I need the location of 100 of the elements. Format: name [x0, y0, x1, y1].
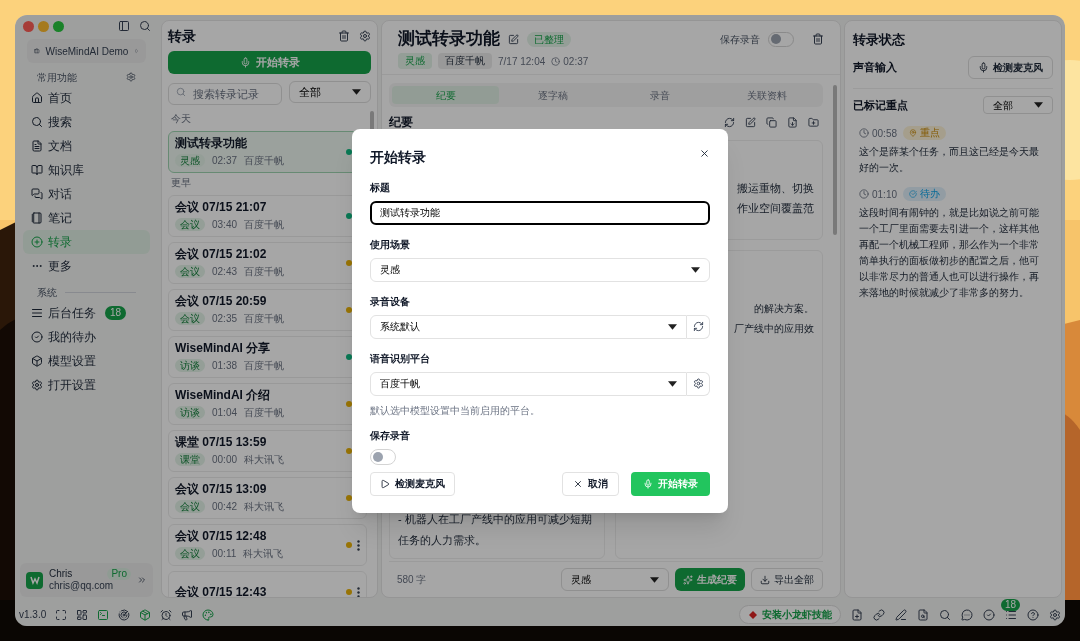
mark-time: 00:58	[872, 126, 898, 141]
sidebar-item[interactable]: 模型设置	[23, 349, 150, 373]
group-label: 今天	[170, 112, 192, 126]
scene-tag: 会议	[175, 500, 205, 513]
select-field[interactable]: 百度千帆	[370, 371, 687, 396]
sidebar-item[interactable]: 后台任务 18	[23, 301, 150, 325]
item-title: 会议 07/15 20:59	[175, 294, 268, 309]
scene-tag: 会议	[175, 265, 205, 278]
scene-tag: 会议	[175, 312, 205, 325]
record-date: 7/17 12:04	[498, 54, 546, 69]
item-title: WiseMindAI 介绍	[175, 388, 272, 403]
mark-tag: 待办	[903, 187, 947, 201]
item-engine: 百度千帆	[244, 154, 285, 168]
filter-select[interactable]: 全部	[983, 96, 1053, 114]
item-duration: 02:35	[212, 312, 238, 326]
cancel-button[interactable]: 取消	[562, 471, 619, 496]
item-duration: 00:11	[212, 547, 237, 561]
item-duration: 02:37	[212, 154, 238, 168]
field-label: 使用场景	[370, 237, 411, 252]
transcription-item[interactable]: 会议 07/15 12:48 会议 00:11 科大讯飞	[168, 524, 367, 566]
field-label: 标题	[370, 180, 391, 195]
select-field[interactable]: 灵感	[370, 257, 710, 282]
summary-text: - 机器人在工厂产线中的应用可减少短期	[398, 512, 593, 527]
summary-text: 厂产线中的应用效	[734, 322, 814, 336]
item-engine: 百度千帆	[244, 218, 285, 232]
tab[interactable]: 关联资料	[713, 86, 820, 104]
item-engine: 科大讯飞	[243, 547, 284, 561]
status-badge: 已整理	[527, 31, 571, 47]
scene-tag: 访谈	[175, 359, 205, 372]
group-label: 更早	[170, 176, 192, 190]
field-label: 保存录音	[370, 428, 411, 443]
mark-text: 这段时间有闹钟的，就是比如说之前可能一个工厂里面需要去引进一个，这样其他再配一个机械工程师，那么作为一个非常简单执行的面板做初步的配置之后，他可以非常尽力的普通人也可以进行操作，再来落地的时候就减少了非常多的努力。	[859, 205, 1040, 300]
save-recording-label: 保存录音	[720, 32, 760, 47]
dialog-title: 开始转录	[370, 147, 426, 167]
sidebar-item[interactable]: 更多	[23, 254, 150, 278]
sidebar-item[interactable]: 我的待办	[23, 325, 150, 349]
sidebar-item[interactable]: 知识库	[23, 158, 150, 182]
plan-badge: Pro	[107, 568, 131, 580]
item-duration: 01:38	[212, 359, 238, 373]
mark-text: 这个是薛某个任务，而且这已经是今天最好的一次。	[859, 144, 1040, 175]
item-duration: 01:04	[212, 406, 238, 420]
select-field[interactable]: 系统默认	[370, 314, 687, 339]
record-title: 测试转录功能	[398, 28, 500, 51]
item-title: 测试转录功能	[175, 136, 248, 151]
item-title: 会议 07/15 12:48	[175, 529, 268, 544]
test-microphone-button[interactable]: 检测麦克风	[968, 56, 1053, 79]
scene-select[interactable]: 灵感	[561, 568, 669, 591]
version-label: v1.3.0	[19, 608, 47, 622]
section-label: 系统	[37, 285, 57, 300]
summary-text: 作业空间覆盖范	[737, 201, 814, 216]
voice-input-label: 声音输入	[853, 60, 897, 76]
item-duration: 03:40	[212, 218, 238, 232]
item-duration: 02:43	[212, 265, 238, 279]
transcription-item[interactable]: 会议 07/15 13:09 会议 00:42 科大讯飞	[168, 477, 367, 519]
panel-title: 转录状态	[853, 31, 906, 49]
item-title: WiseMindAI 分享	[175, 341, 272, 356]
item-duration: 00:42	[212, 500, 238, 514]
item-engine: 科大讯飞	[244, 453, 285, 467]
transcription-item[interactable]: 会议 07/15 12:43	[168, 571, 367, 597]
sidebar-item[interactable]: 文档	[23, 134, 150, 158]
sidebar-item[interactable]: 对话	[23, 182, 150, 206]
engine-tag: 百度千帆	[438, 53, 492, 69]
scene-tag: 灵感	[398, 53, 432, 69]
workspace-selector[interactable]: WiseMindAI Demo	[27, 39, 146, 63]
tab[interactable]: 逐字稿	[499, 86, 606, 104]
scene-tag: 会议	[175, 547, 205, 560]
sidebar-item[interactable]: 搜索	[23, 110, 150, 134]
title-input[interactable]: 测试转录功能	[370, 200, 710, 225]
tab[interactable]: 录音	[606, 86, 713, 104]
scene-tag: 会议	[175, 218, 205, 231]
item-engine: 百度千帆	[244, 265, 285, 279]
item-title: 会议 07/15 13:09	[175, 482, 268, 497]
summary-text: 的解决方案。	[754, 302, 814, 316]
sidebar-item[interactable]: 首页	[23, 86, 150, 110]
field-hint: 默认选中模型设置中当前启用的平台。	[370, 403, 541, 418]
record-duration: 02:37	[563, 54, 589, 69]
filter-select[interactable]: 全部	[289, 81, 371, 103]
marked-points-label: 已标记重点	[853, 97, 908, 113]
scene-tag: 课堂	[175, 453, 205, 466]
user-name: Chris	[49, 568, 73, 580]
count-badge: 18	[1001, 598, 1021, 611]
section-title: 纪要	[389, 114, 413, 131]
item-duration: 00:00	[212, 453, 238, 467]
field-label: 录音设备	[370, 294, 411, 309]
scene-tag: 灵感	[175, 154, 205, 167]
user-card[interactable]: Chris Pro chris@qq.com	[20, 563, 153, 597]
mark-tag: 重点	[903, 126, 947, 140]
search-field[interactable]: 搜索转录记录	[168, 83, 282, 105]
scene-tag: 访谈	[175, 406, 205, 419]
summary-text: 任务的人力需求。	[398, 532, 487, 548]
item-title: 会议 07/15 21:02	[175, 247, 268, 262]
sidebar-item[interactable]: 笔记	[23, 206, 150, 230]
item-engine: 科大讯飞	[244, 500, 285, 514]
sidebar-item[interactable]: 打开设置	[23, 373, 150, 397]
panel-title: 转录	[168, 26, 196, 46]
test-microphone-button[interactable]: 检测麦克风	[370, 471, 455, 496]
user-email: chris@qq.com	[49, 580, 115, 592]
item-engine: 百度千帆	[244, 312, 285, 326]
export-all-button[interactable]: 导出全部	[751, 568, 823, 591]
section-label: 常用功能	[37, 70, 77, 85]
